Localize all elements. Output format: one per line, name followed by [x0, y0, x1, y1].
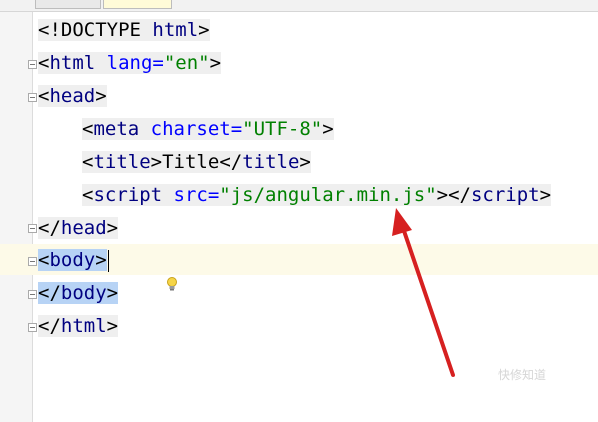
watermark: 快修知道 [498, 368, 547, 382]
red-arrow-icon [392, 208, 455, 377]
